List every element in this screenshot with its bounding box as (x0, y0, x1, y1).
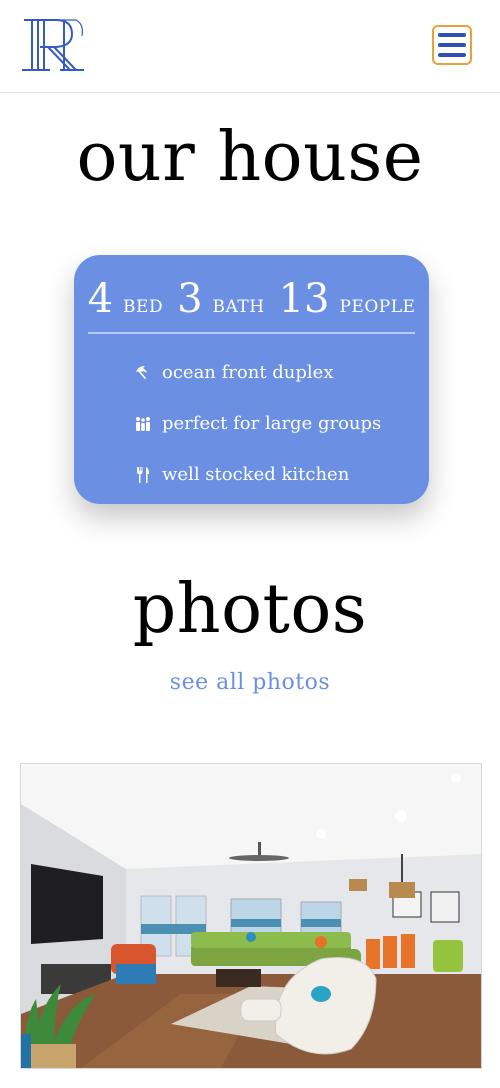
stats-divider (88, 332, 415, 334)
people-label: PEOPLE (339, 297, 416, 317)
group-people-icon (134, 415, 152, 433)
bed-label: BED (123, 297, 164, 317)
utensils-icon (134, 466, 152, 484)
house-stats-card: 4 BED 3 BATH 13 PEOPLE ocean front duple… (74, 255, 429, 504)
living-room-photo[interactable] (20, 763, 482, 1069)
feature-text: well stocked kitchen (162, 464, 350, 485)
hamburger-icon (438, 33, 466, 37)
feature-item: ocean front duplex (134, 347, 381, 398)
bath-label: BATH (212, 297, 265, 317)
photos-heading: photos (132, 570, 368, 649)
stats-row: 4 BED 3 BATH 13 PEOPLE (88, 276, 416, 331)
see-all-photos-link[interactable]: see all photos (0, 670, 500, 695)
site-header (0, 0, 500, 93)
feature-item: well stocked kitchen (134, 449, 381, 500)
bath-count: 3 (177, 276, 203, 322)
feature-list: ocean front duplex perfect for large gro… (134, 347, 381, 500)
bed-count: 4 (87, 276, 114, 322)
brand-logo[interactable] (20, 16, 86, 74)
umbrella-beach-icon (134, 364, 152, 382)
people-count: 13 (278, 276, 330, 322)
our-house-heading: our house (76, 118, 424, 197)
feature-text: perfect for large groups (162, 413, 382, 434)
feature-item: perfect for large groups (134, 398, 381, 449)
feature-text: ocean front duplex (162, 362, 334, 383)
menu-button[interactable] (432, 25, 472, 65)
